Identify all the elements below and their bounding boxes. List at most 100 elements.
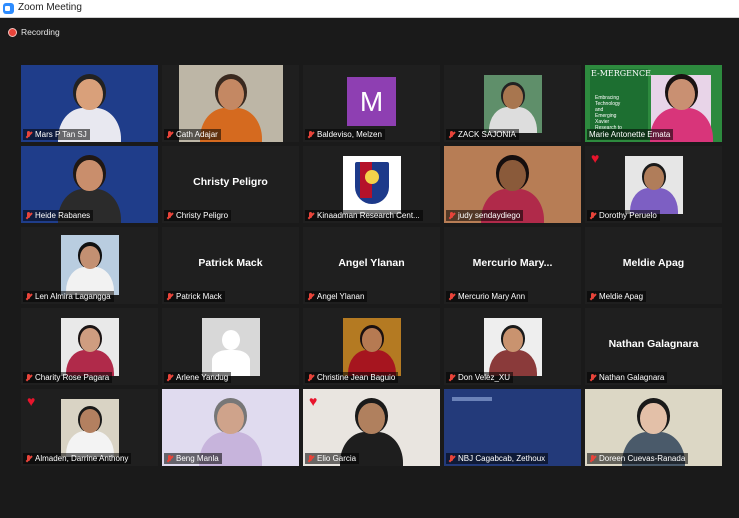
participant-name-tag: Arlene Yandug [164,372,232,383]
participant-name: Len Almira Lagangga [35,292,111,301]
participant-name: Doreen Cuevas-Ranada [599,454,686,463]
participant-tile[interactable]: Christy Peligro Christy Peligro [162,146,299,223]
participant-tile[interactable]: M Baldeviso, Melzen [303,65,440,142]
muted-mic-icon [25,211,32,220]
participant-name-tag: Beng Manla [164,453,222,464]
slide-text: Embracing Technology and Emerging Xavier… [595,95,622,131]
participant-name-tag: Heide Rabanes [23,210,94,221]
participant-name: Arlene Yandug [176,373,229,382]
participant-name-tag: Baldeviso, Melzen [305,129,385,140]
recording-indicator[interactable]: Recording [8,26,60,38]
muted-mic-icon [448,373,455,382]
participant-name-tag: Mars P Tan SJ [23,129,90,140]
avatar: M [347,77,396,126]
participant-tile[interactable]: ♥ Dorothy Peruelo [585,146,722,223]
heart-reaction-icon: ♥ [27,393,36,409]
participant-name-tag: ZACK SAJONIA [446,129,519,140]
participant-tile[interactable]: NBJ Cagabcab, Zethoux [444,389,581,466]
participant-name: Beng Manla [176,454,219,463]
participant-name-tag: Kinaadman Research Cent... [305,210,423,221]
participant-display-name: Patrick Mack [198,257,263,269]
participant-name: Christine Jean Baguio [317,373,396,382]
muted-mic-icon [25,292,32,301]
participant-name: Kinaadman Research Cent... [317,211,420,220]
participant-display-name: Nathan Galagnara [608,338,699,350]
participant-name-tag: Marie Antonette Emata [587,129,674,140]
participant-tile[interactable]: ♥ Elio Garcia [303,389,440,466]
participant-name: Baldeviso, Melzen [317,130,382,139]
muted-mic-icon [25,130,32,139]
heart-reaction-icon: ♥ [309,393,318,409]
zoom-logo-icon [3,3,14,14]
participant-tile[interactable]: Beng Manla [162,389,299,466]
muted-mic-icon [25,373,32,382]
heart-reaction-icon: ♥ [591,150,600,166]
muted-mic-icon [307,292,314,301]
participant-tile[interactable]: Doreen Cuevas-Ranada [585,389,722,466]
muted-mic-icon [589,454,596,463]
recording-dot-icon [8,27,17,37]
participant-name: Marie Antonette Emata [589,130,671,139]
participant-tile[interactable]: Nathan Galagnara Nathan Galagnara [585,308,722,385]
participant-name: Dorothy Peruelo [599,211,657,220]
participant-display-name: Mercurio Mary... [472,257,553,269]
participant-name-tag: judy sendaydiego [446,210,524,221]
participant-name-tag: Elio Garcia [305,453,360,464]
participant-tile[interactable]: ♥ Almaden, Darrine Anthony [21,389,158,466]
participant-display-name: Christy Peligro [193,176,268,188]
muted-mic-icon [166,454,173,463]
recording-label: Recording [21,27,60,37]
participant-name: judy sendaydiego [458,211,521,220]
participant-display-name: Angel Ylanan [338,257,405,269]
muted-mic-icon [307,454,314,463]
title-bar: Zoom Meeting [0,0,739,18]
participant-name-tag: Nathan Galagnara [587,372,668,383]
muted-mic-icon [307,373,314,382]
participant-name-tag: Patrick Mack [164,291,225,302]
muted-mic-icon [166,373,173,382]
participant-name: Cath Adajar [176,130,218,139]
participant-tile[interactable]: ZACK SAJONIA [444,65,581,142]
muted-mic-icon [307,211,314,220]
default-avatar-icon [202,318,260,376]
participant-tile[interactable]: Len Almira Lagangga [21,227,158,304]
participant-tile[interactable]: Don Velez_XU [444,308,581,385]
participant-tile[interactable]: Christine Jean Baguio [303,308,440,385]
slide-title: E-MERGENCE [591,69,651,78]
participant-tile[interactable]: Mercurio Mary... Mercurio Mary Ann [444,227,581,304]
participant-tile[interactable]: Patrick Mack Patrick Mack [162,227,299,304]
participant-name-tag: NBJ Cagabcab, Zethoux [446,453,549,464]
participant-tile[interactable]: Meldie Apag Meldie Apag [585,227,722,304]
participant-name: Meldie Apag [599,292,644,301]
participant-video [343,318,401,376]
participant-video [61,235,119,295]
participant-tile[interactable]: Arlene Yandug [162,308,299,385]
participant-name-tag: Len Almira Lagangga [23,291,114,302]
muted-mic-icon [448,130,455,139]
muted-mic-icon [166,211,173,220]
window-title: Zoom Meeting [18,2,82,13]
participant-name: NBJ Cagabcab, Zethoux [458,454,546,463]
participant-name-tag: Meldie Apag [587,291,647,302]
participant-name: Mars P Tan SJ [35,130,87,139]
participant-name-tag: Christy Peligro [164,210,232,221]
participant-tile[interactable]: E-MERGENCE Embracing Technology and Emerg… [585,65,722,142]
muted-mic-icon [589,373,596,382]
participant-name: Charity Rose Pagara [35,373,110,382]
university-seal-icon [343,156,401,214]
muted-mic-icon [166,130,173,139]
participant-tile[interactable]: judy sendaydiego [444,146,581,223]
participant-tile[interactable]: Angel Ylanan Angel Ylanan [303,227,440,304]
participant-name: Patrick Mack [176,292,222,301]
participant-video [484,75,542,133]
muted-mic-icon [589,292,596,301]
participant-video [61,318,119,376]
participant-tile[interactable]: Kinaadman Research Cent... [303,146,440,223]
participant-tile[interactable]: Mars P Tan SJ [21,65,158,142]
participant-name-tag: Dorothy Peruelo [587,210,660,221]
participant-name: Elio Garcia [317,454,357,463]
participant-tile[interactable]: Heide Rabanes [21,146,158,223]
participant-tile[interactable]: Cath Adajar [162,65,299,142]
participant-tile[interactable]: Charity Rose Pagara [21,308,158,385]
participant-name-tag: Christine Jean Baguio [305,372,399,383]
